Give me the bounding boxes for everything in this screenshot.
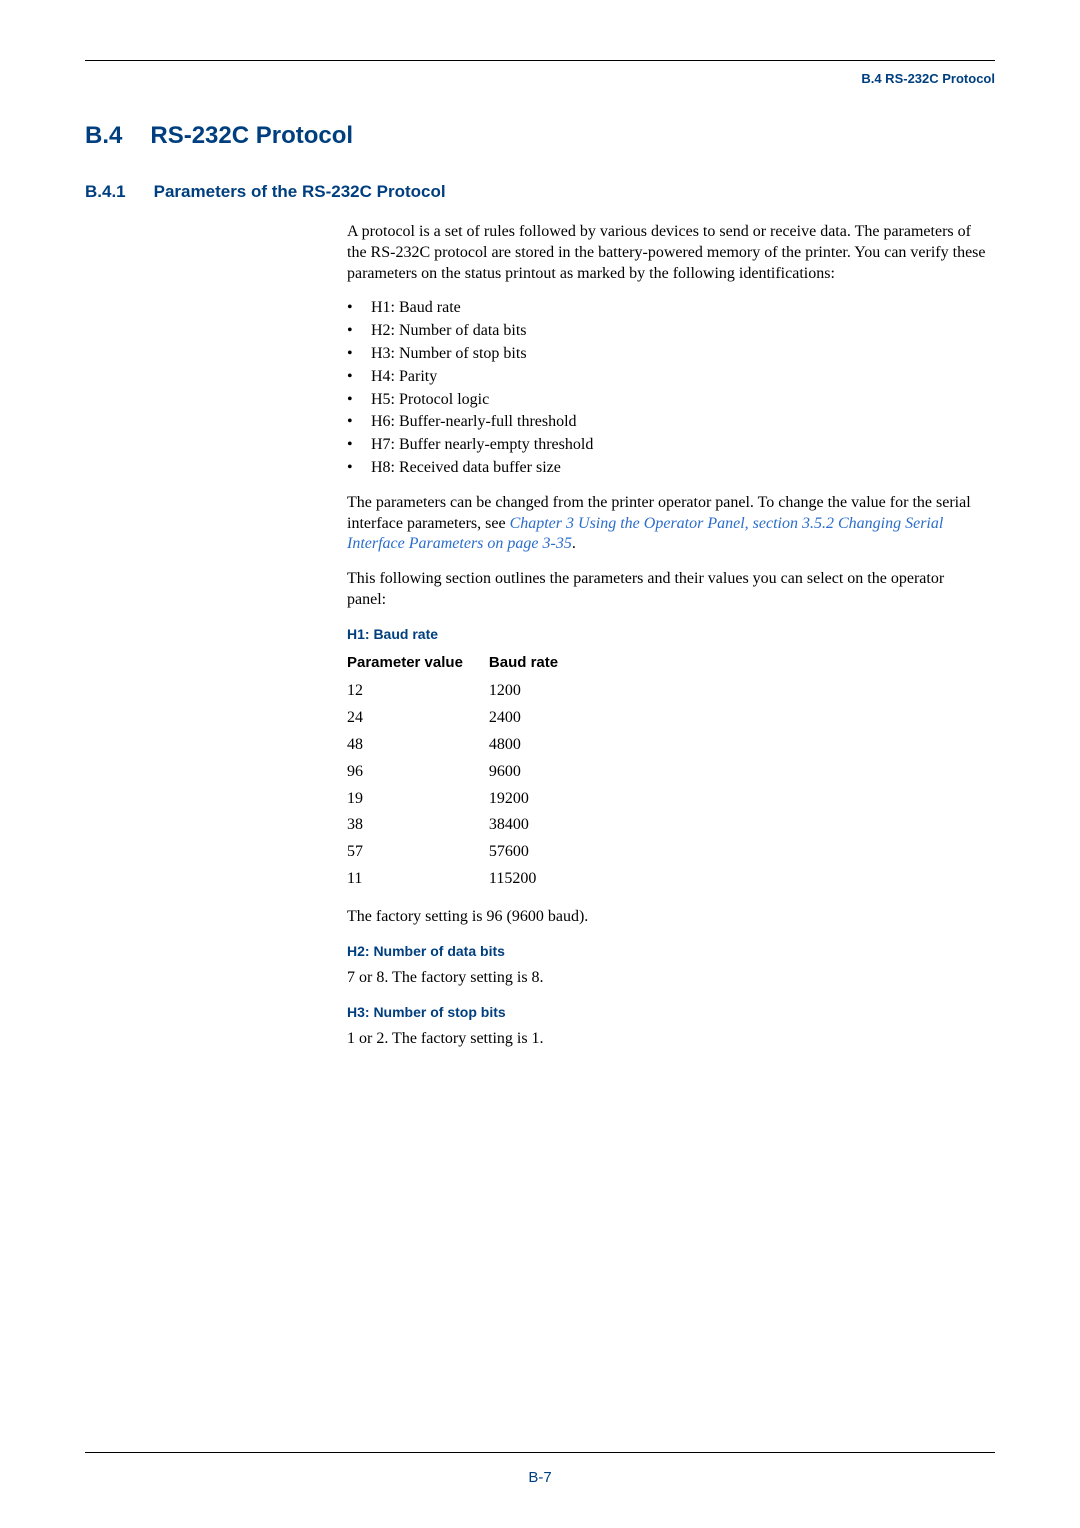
bullet-icon: • — [347, 344, 371, 365]
subsection-number: B.4.1 — [85, 182, 126, 202]
list-item-label: H4: Parity — [371, 367, 437, 388]
list-item: •H3: Number of stop bits — [347, 344, 987, 365]
bullet-icon: • — [347, 298, 371, 319]
list-item: •H7: Buffer nearly-empty threshold — [347, 435, 987, 456]
table-row: 3838400 — [347, 812, 584, 839]
bullet-icon: • — [347, 412, 371, 433]
change-tail: . — [572, 535, 576, 552]
cell-param: 48 — [347, 732, 489, 759]
list-item-label: H7: Buffer nearly-empty threshold — [371, 435, 593, 456]
bullet-icon: • — [347, 367, 371, 388]
content-block: A protocol is a set of rules followed by… — [347, 222, 987, 1050]
h3-text: 1 or 2. The factory setting is 1. — [347, 1029, 987, 1050]
top-rule — [85, 60, 995, 61]
table-header-row: Parameter value Baud rate — [347, 651, 584, 679]
cell-param: 12 — [347, 678, 489, 705]
h2-heading: H2: Number of data bits — [347, 942, 987, 960]
cell-baud: 19200 — [489, 786, 584, 813]
col-parameter-value: Parameter value — [347, 651, 489, 679]
cell-param: 19 — [347, 786, 489, 813]
table-row: 1919200 — [347, 786, 584, 813]
section-title: RS-232C Protocol — [150, 122, 353, 150]
cell-param: 11 — [347, 866, 489, 893]
bullet-icon: • — [347, 390, 371, 411]
list-item: •H4: Parity — [347, 367, 987, 388]
change-paragraph: The parameters can be changed from the p… — [347, 493, 987, 555]
cell-baud: 1200 — [489, 678, 584, 705]
outline-paragraph: This following section outlines the para… — [347, 569, 987, 611]
list-item-label: H8: Received data buffer size — [371, 458, 561, 479]
list-item-label: H3: Number of stop bits — [371, 344, 527, 365]
table-row: 484800 — [347, 732, 584, 759]
table-row: 969600 — [347, 759, 584, 786]
bullet-icon: • — [347, 435, 371, 456]
h1-factory-setting: The factory setting is 96 (9600 baud). — [347, 907, 987, 928]
col-baud-rate: Baud rate — [489, 651, 584, 679]
identification-list: •H1: Baud rate •H2: Number of data bits … — [347, 298, 987, 478]
cell-baud: 115200 — [489, 866, 584, 893]
cell-param: 24 — [347, 705, 489, 732]
table-row: 11115200 — [347, 866, 584, 893]
h1-heading: H1: Baud rate — [347, 625, 987, 643]
bullet-icon: • — [347, 458, 371, 479]
footer-rule — [85, 1452, 995, 1453]
list-item-label: H2: Number of data bits — [371, 321, 527, 342]
cell-baud: 2400 — [489, 705, 584, 732]
table-row: 242400 — [347, 705, 584, 732]
intro-paragraph: A protocol is a set of rules followed by… — [347, 222, 987, 284]
cell-param: 57 — [347, 839, 489, 866]
list-item-label: H1: Baud rate — [371, 298, 461, 319]
list-item: •H1: Baud rate — [347, 298, 987, 319]
list-item-label: H5: Protocol logic — [371, 390, 489, 411]
list-item: •H2: Number of data bits — [347, 321, 987, 342]
section-number: B.4 — [85, 122, 122, 150]
page-footer: B-7 — [85, 1452, 995, 1486]
h2-text: 7 or 8. The factory setting is 8. — [347, 968, 987, 989]
subsection-heading: B.4.1 Parameters of the RS-232C Protocol — [85, 182, 995, 202]
cell-baud: 4800 — [489, 732, 584, 759]
list-item-label: H6: Buffer-nearly-full threshold — [371, 412, 577, 433]
subsection-title: Parameters of the RS-232C Protocol — [154, 182, 446, 202]
table-row: 121200 — [347, 678, 584, 705]
h3-heading: H3: Number of stop bits — [347, 1003, 987, 1021]
table-row: 5757600 — [347, 839, 584, 866]
cell-baud: 9600 — [489, 759, 584, 786]
list-item: •H8: Received data buffer size — [347, 458, 987, 479]
list-item: •H6: Buffer-nearly-full threshold — [347, 412, 987, 433]
list-item: •H5: Protocol logic — [347, 390, 987, 411]
bullet-icon: • — [347, 321, 371, 342]
cell-param: 96 — [347, 759, 489, 786]
running-head: B.4 RS-232C Protocol — [85, 71, 995, 86]
cell-baud: 57600 — [489, 839, 584, 866]
baud-rate-table: Parameter value Baud rate 121200 242400 … — [347, 651, 584, 893]
cell-param: 38 — [347, 812, 489, 839]
page-number: B-7 — [85, 1469, 995, 1486]
cell-baud: 38400 — [489, 812, 584, 839]
section-heading: B.4 RS-232C Protocol — [85, 122, 995, 150]
